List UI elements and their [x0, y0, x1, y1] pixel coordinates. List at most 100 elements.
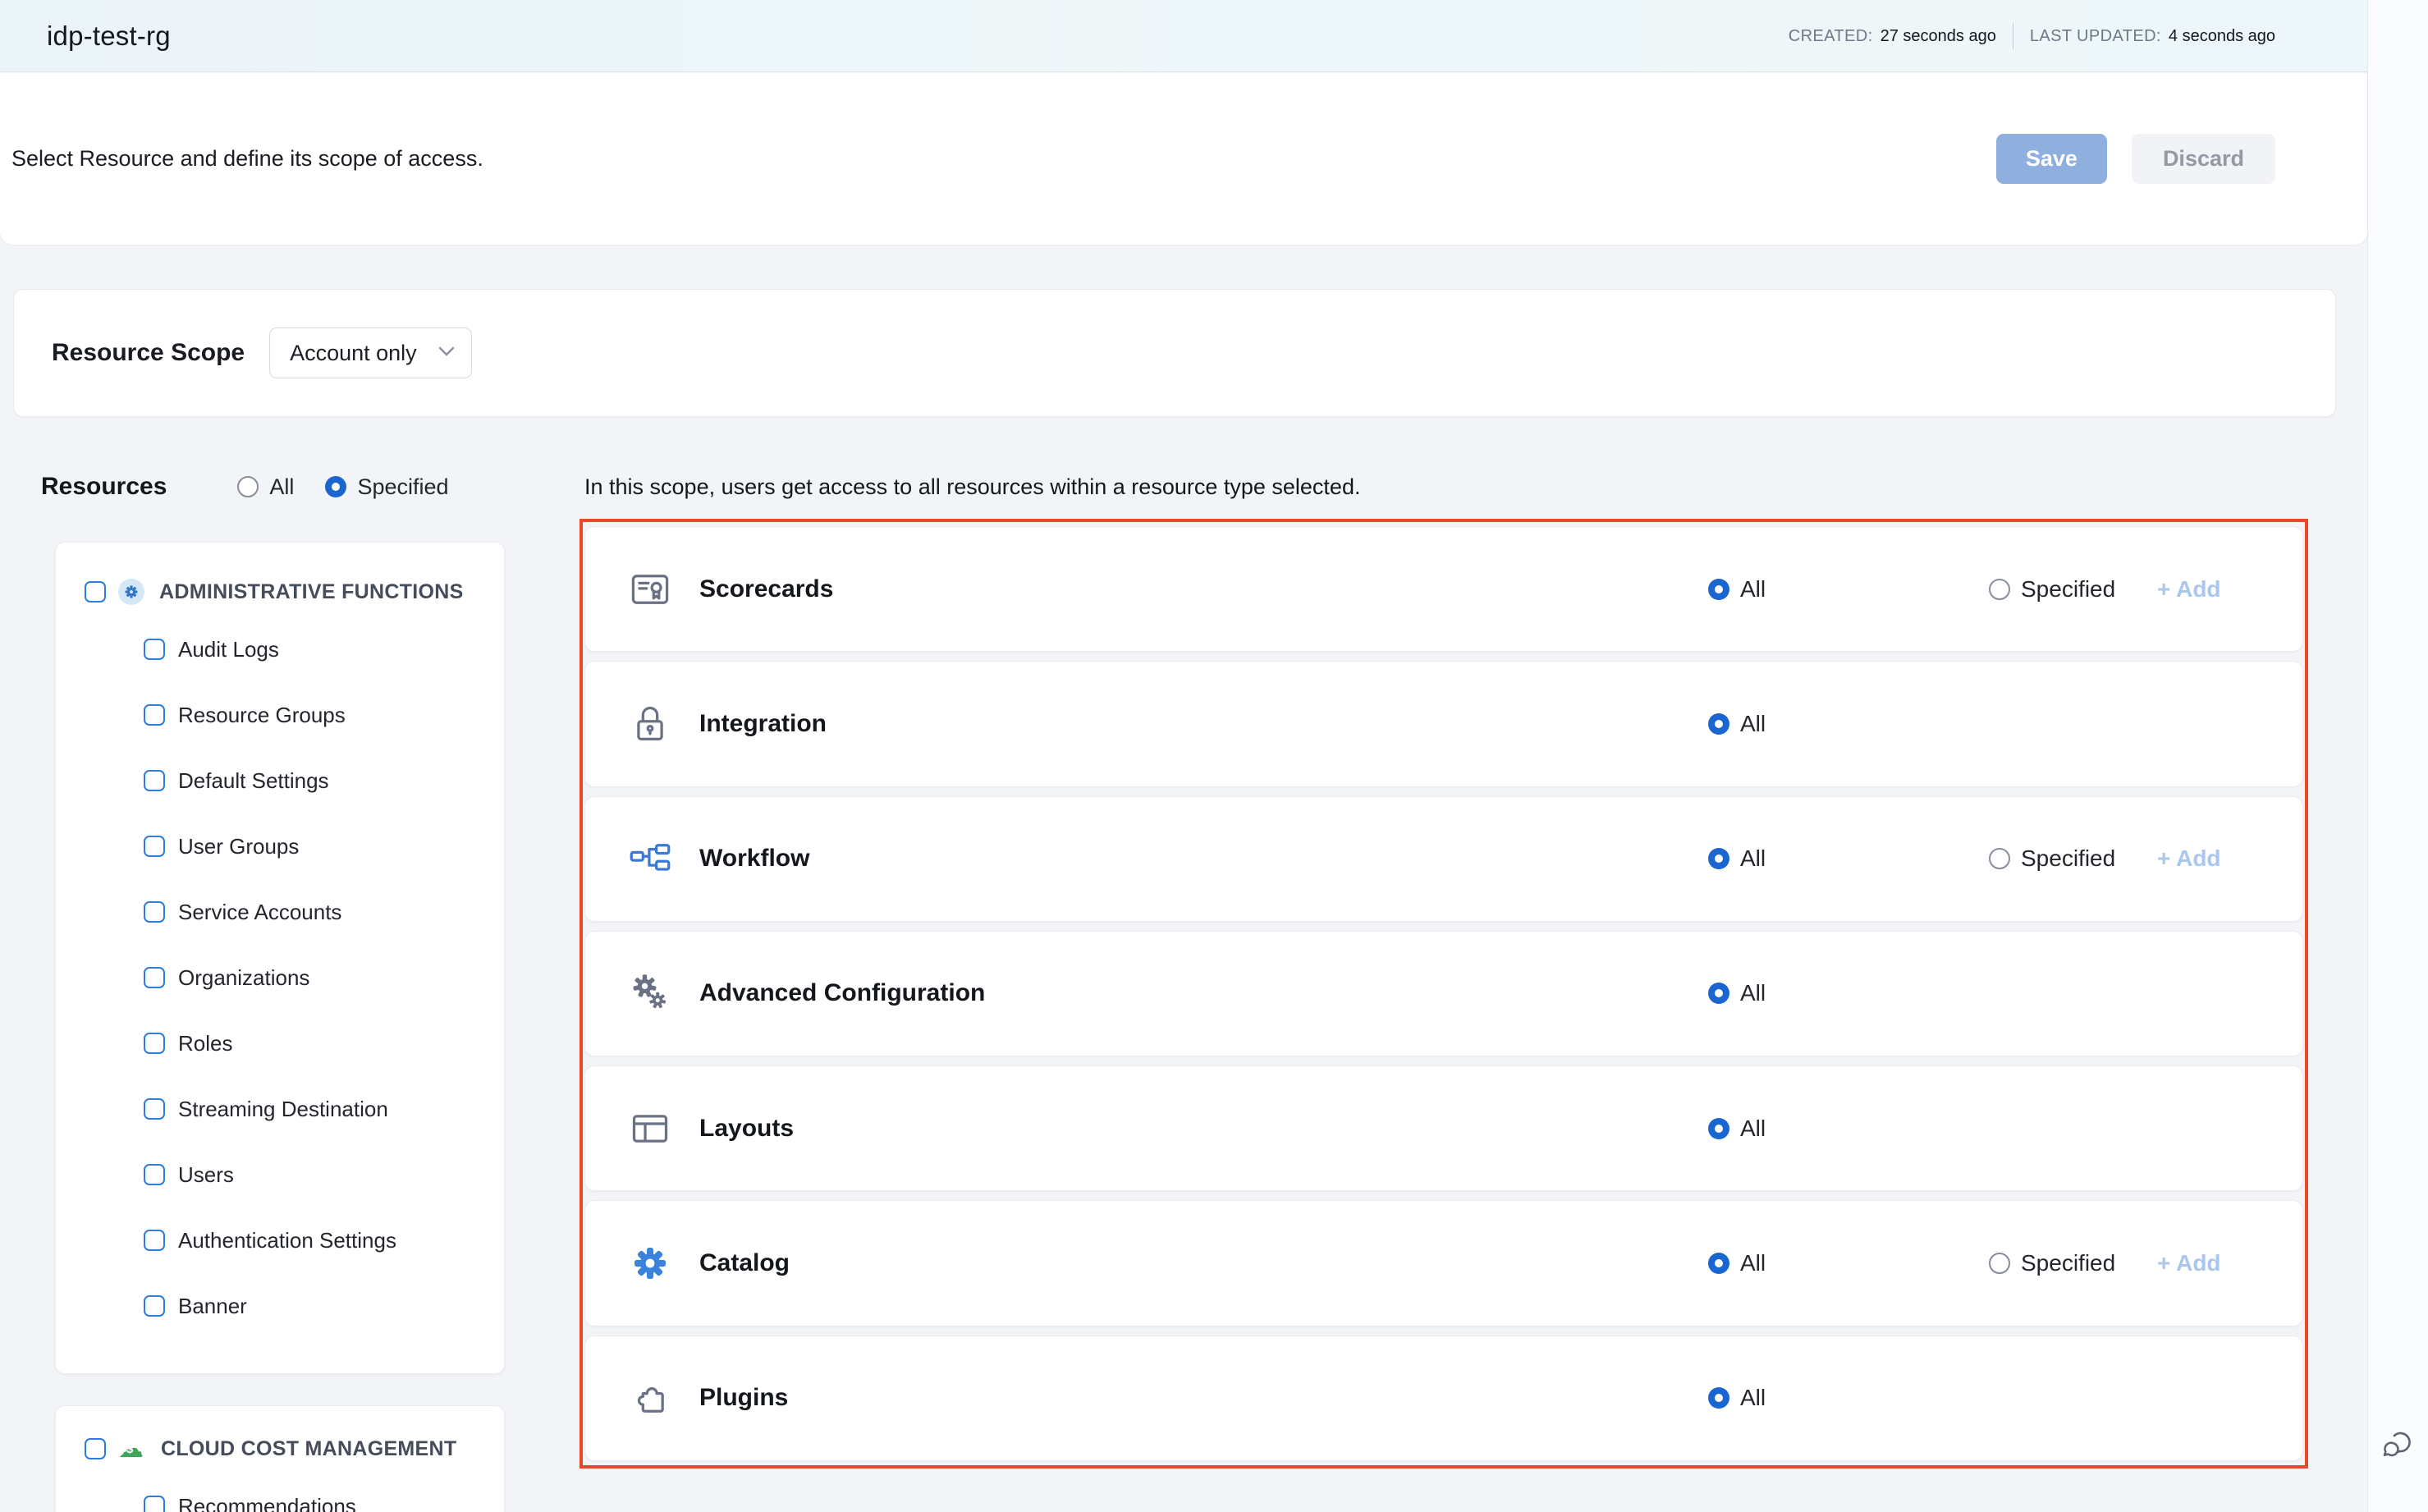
- all-label: All: [1740, 980, 1766, 1006]
- resources-group-card-ccm: ☁$ CLOUD COST MANAGEMENT Recommendations: [55, 1405, 505, 1512]
- resources-title: Resources: [41, 473, 167, 501]
- resources-specified-label: Specified: [357, 474, 448, 500]
- resource-scope-dropdown[interactable]: Account only: [269, 328, 472, 378]
- resource-type-label: Catalog: [699, 1249, 790, 1277]
- group-checkbox[interactable]: [85, 581, 106, 603]
- all-label: All: [1740, 845, 1766, 872]
- specified-label: Specified: [2021, 1250, 2115, 1276]
- all-radio[interactable]: [1708, 713, 1729, 735]
- toolbar: Select Resource and define its scope of …: [0, 73, 2367, 245]
- resource-scope-label: Resource Scope: [52, 339, 245, 367]
- item-label: Audit Logs: [178, 637, 279, 662]
- resource-type-row-advanced-configuration: Advanced Configuration All: [584, 931, 2303, 1056]
- resource-group-detail-page: idp-test-rg CREATED: 27 seconds ago LAST…: [0, 0, 2428, 1512]
- created-value: 27 seconds ago: [1881, 27, 1996, 46]
- group-checkbox[interactable]: [85, 1438, 106, 1459]
- resource-type-label: Plugins: [699, 1384, 788, 1412]
- all-label: All: [1740, 1250, 1766, 1276]
- add-link[interactable]: + Add: [2157, 1250, 2221, 1276]
- resource-type-row-integration: Integration All: [584, 661, 2303, 786]
- item-label: Resource Groups: [178, 703, 346, 728]
- specified-label: Specified: [2021, 576, 2115, 603]
- item-checkbox[interactable]: [144, 1295, 165, 1317]
- item-checkbox[interactable]: [144, 901, 165, 923]
- last-updated-value: 4 seconds ago: [2169, 27, 2275, 46]
- item-checkbox[interactable]: [144, 704, 165, 726]
- resource-group-row: ☁$ CLOUD COST MANAGEMENT: [56, 1424, 504, 1473]
- lock-icon: [628, 702, 672, 746]
- add-link[interactable]: + Add: [2157, 576, 2221, 603]
- all-radio[interactable]: [1708, 983, 1729, 1004]
- resource-item-row: Audit Logs: [56, 616, 504, 682]
- toolbar-description: Select Resource and define its scope of …: [11, 73, 483, 245]
- resources-group-card-admin: ADMINISTRATIVE FUNCTIONS Audit Logs Reso…: [55, 542, 505, 1374]
- item-label: User Groups: [178, 834, 299, 859]
- chevron-down-icon: [438, 346, 455, 360]
- item-checkbox[interactable]: [144, 836, 165, 857]
- item-label: Roles: [178, 1031, 232, 1056]
- specified-radio[interactable]: [1989, 1253, 2010, 1274]
- resource-type-label: Advanced Configuration: [699, 979, 985, 1007]
- all-label: All: [1740, 576, 1766, 603]
- item-label: Authentication Settings: [178, 1228, 396, 1253]
- page-header: idp-test-rg CREATED: 27 seconds ago LAST…: [0, 0, 2367, 72]
- admin-gear-icon: [118, 579, 144, 605]
- group-label: ADMINISTRATIVE FUNCTIONS: [159, 580, 464, 604]
- chat-support-icon[interactable]: [2380, 1426, 2417, 1468]
- all-radio[interactable]: [1708, 848, 1729, 869]
- resource-item-row: Resource Groups: [56, 682, 504, 748]
- toolbar-buttons: Save Discard: [1996, 73, 2275, 245]
- header-meta: CREATED: 27 seconds ago LAST UPDATED: 4 …: [1789, 0, 2275, 72]
- item-label: Organizations: [178, 965, 309, 991]
- item-checkbox[interactable]: [144, 1033, 165, 1054]
- puzzle-icon: [628, 1376, 672, 1420]
- item-label: Streaming Destination: [178, 1097, 388, 1122]
- item-checkbox[interactable]: [144, 770, 165, 791]
- all-radio[interactable]: [1708, 579, 1729, 600]
- add-link[interactable]: + Add: [2157, 845, 2221, 872]
- resources-header: Resources All Specified: [41, 473, 449, 501]
- specified-radio[interactable]: [1989, 579, 2010, 600]
- discard-button[interactable]: Discard: [2132, 134, 2275, 184]
- scorecard-icon: [628, 567, 672, 612]
- item-checkbox[interactable]: [144, 1230, 165, 1251]
- resource-type-row-layouts: Layouts All: [584, 1065, 2303, 1191]
- highlighted-resource-list: Scorecards All Specified + Add Integrati…: [580, 519, 2308, 1468]
- item-checkbox[interactable]: [144, 1496, 165, 1512]
- gears-icon: [628, 971, 672, 1015]
- resource-type-label: Layouts: [699, 1115, 794, 1143]
- all-label: All: [1740, 1116, 1766, 1142]
- right-gutter: [2367, 0, 2428, 1512]
- item-label: Users: [178, 1162, 234, 1188]
- resource-item-row: Users: [56, 1142, 504, 1207]
- resource-item-row: User Groups: [56, 813, 504, 879]
- page-title: idp-test-rg: [47, 21, 171, 52]
- save-button[interactable]: Save: [1996, 134, 2107, 184]
- item-checkbox[interactable]: [144, 1098, 165, 1120]
- all-label: All: [1740, 1385, 1766, 1411]
- cloud-dollar-icon: ☁$: [118, 1436, 146, 1461]
- item-checkbox[interactable]: [144, 1164, 165, 1185]
- resource-type-row-plugins: Plugins All: [584, 1336, 2303, 1461]
- item-checkbox[interactable]: [144, 967, 165, 988]
- item-label: Recommendations: [178, 1494, 356, 1512]
- all-radio[interactable]: [1708, 1118, 1729, 1139]
- specified-radio[interactable]: [1989, 848, 2010, 869]
- resource-type-label: Integration: [699, 710, 827, 738]
- resources-specified-radio[interactable]: [325, 476, 346, 497]
- resources-mode-radios: All Specified: [237, 474, 448, 500]
- item-checkbox[interactable]: [144, 639, 165, 660]
- scope-note: In this scope, users get access to all r…: [584, 474, 1360, 500]
- resources-all-label: All: [269, 474, 294, 500]
- resources-all-radio[interactable]: [237, 476, 259, 497]
- resource-group-row: ADMINISTRATIVE FUNCTIONS: [56, 567, 504, 616]
- workflow-icon: [628, 836, 672, 881]
- resource-type-row-workflow: Workflow All Specified + Add: [584, 796, 2303, 922]
- resource-item-row: Organizations: [56, 945, 504, 1010]
- specified-label: Specified: [2021, 845, 2115, 872]
- all-radio[interactable]: [1708, 1253, 1729, 1274]
- all-radio[interactable]: [1708, 1387, 1729, 1409]
- resource-type-row-catalog: Catalog All Specified + Add: [584, 1200, 2303, 1326]
- item-label: Default Settings: [178, 768, 329, 794]
- item-label: Service Accounts: [178, 900, 341, 925]
